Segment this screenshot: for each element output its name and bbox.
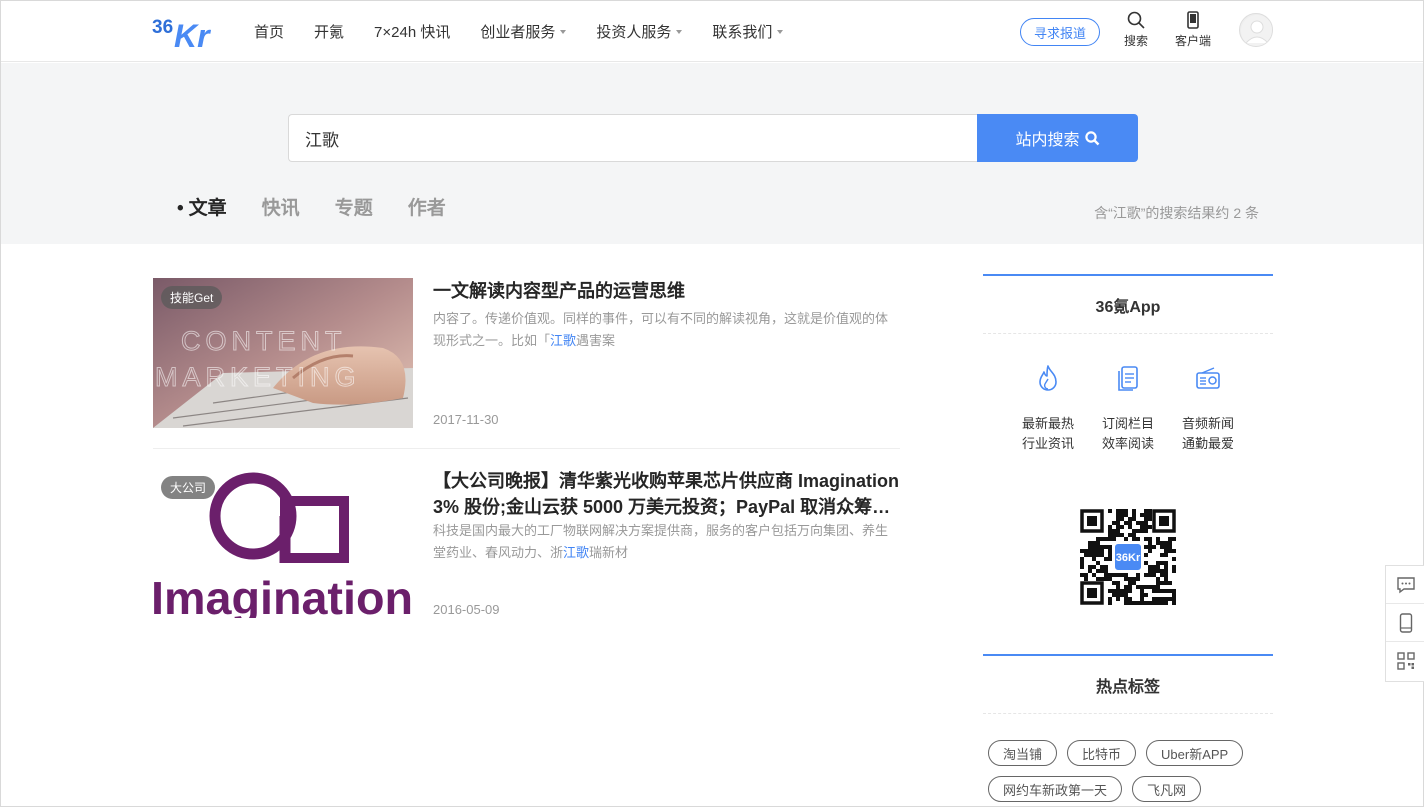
feature-subscribe: 订阅栏目 效率阅读 <box>1093 364 1163 454</box>
tag-item[interactable]: 网约车新政第一天 <box>988 776 1123 802</box>
tag-item[interactable]: 淘当铺 <box>988 740 1058 766</box>
qr-code-button[interactable] <box>1386 642 1424 680</box>
article-summary: 科技是国内最大的工厂物联网解决方案提供商，服务的客户包括万向集团、养生堂药业、春… <box>433 520 898 564</box>
app-features: 最新最热行业资讯 订阅栏目效率阅读 音频新闻通勤最爱 <box>983 364 1273 454</box>
qr-logo-text: 36Kr <box>1116 552 1141 564</box>
nav-label: 首页 <box>254 24 285 41</box>
article-date: 2017-11-30 <box>433 412 499 427</box>
summary-text: 科技是国内最大的工厂物联网解决方案提供商，服务的客户包括万向集团、养生堂药业、春… <box>433 523 889 560</box>
article-thumbnail[interactable]: Imagination 大公司 <box>153 468 413 618</box>
search-input[interactable]: 江歌 <box>288 114 978 162</box>
feature-hot-news: 最新最热 行业资讯 <box>1013 364 1083 454</box>
nav-label: 创业者服务 <box>480 24 556 41</box>
article-title[interactable]: 一文解读内容型产品的运营思维 <box>433 278 903 304</box>
article-summary: 内容了。传递价值观。同样的事件，可以有不同的解读视角，这就是价值观的体现形式之一… <box>433 308 898 352</box>
search-icon <box>1127 11 1145 29</box>
header-client-button[interactable]: 客户端 <box>1173 11 1213 49</box>
site-search-button[interactable]: 站内搜索 <box>977 114 1138 162</box>
search-icon <box>1084 130 1099 145</box>
caret-down-icon <box>777 29 784 34</box>
nav-label: 7×24h 快讯 <box>374 24 451 41</box>
nav-home[interactable]: 首页 <box>254 21 284 42</box>
hot-tags-title: 热点标签 <box>983 656 1273 714</box>
tab-articles[interactable]: 文章 <box>177 193 227 220</box>
result-tabs: 文章 快讯 专题 作者 <box>177 193 481 220</box>
tab-newsflash[interactable]: 快讯 <box>262 193 300 220</box>
36kr-logo[interactable]: 36 Kr <box>152 13 216 54</box>
keyword-highlight: 江歌 <box>550 333 577 348</box>
keyword-highlight: 江歌 <box>563 545 590 560</box>
feedback-button[interactable] <box>1386 566 1424 604</box>
phone-icon <box>1187 11 1199 29</box>
feature-audio: 音频新闻 通勤最爱 <box>1173 364 1243 454</box>
nav-label: 开氪 <box>314 24 345 41</box>
feature-text: 效率阅读 <box>1101 436 1154 451</box>
category-badge: 大公司 <box>161 476 216 499</box>
tag-item[interactable]: Uber新APP <box>1146 740 1244 766</box>
nav-kaike[interactable]: 开氪 <box>314 21 344 42</box>
document-icon <box>1118 366 1138 391</box>
chat-icon <box>1396 576 1415 593</box>
article-item: Imagination 大公司 【大公司晚报】清华紫光收购苹果芯片供应商 Ima… <box>153 468 900 639</box>
feature-text: 音频新闻 <box>1181 416 1234 431</box>
article-title[interactable]: 【大公司晚报】清华紫光收购苹果芯片供应商 Imagination 3% 股份;金… <box>433 468 903 520</box>
search-band: 江歌 站内搜索 文章 快讯 专题 作者 含“江歌”的搜索结果约 2 条 <box>1 63 1423 244</box>
mobile-app-button[interactable] <box>1386 604 1424 642</box>
tag-item[interactable]: 飞凡网 <box>1132 776 1202 802</box>
svg-text:36: 36 <box>152 17 173 38</box>
client-label: 客户端 <box>1174 34 1211 48</box>
feature-text: 行业资讯 <box>1021 436 1074 451</box>
header-search-button[interactable]: 搜索 <box>1122 11 1150 49</box>
nav-label: 投资人服务 <box>596 24 672 41</box>
top-header: 36 Kr 首页 开氪 7×24h 快讯 创业者服务 投资人服务 联系我们 寻求… <box>1 1 1423 62</box>
tab-topics[interactable]: 专题 <box>335 193 373 220</box>
summary-text: 内容了。传递价值观。同样的事件，可以有不同的解读视角，这就是价值观的体现形式之一… <box>433 311 889 348</box>
nav-label: 联系我们 <box>712 24 773 41</box>
thumbnail-text: CONTENT <box>181 326 347 356</box>
article-item: CONTENT MARKETING 技能Get 一文解读内容型产品的运营思维 内… <box>153 278 900 449</box>
thumbnail-text: Imagination <box>153 572 413 618</box>
nav-investor-services[interactable]: 投资人服务 <box>596 21 683 42</box>
category-badge: 技能Get <box>161 286 223 309</box>
app-card-title: 36氪App <box>983 276 1273 334</box>
feature-text: 最新最热 <box>1021 416 1074 431</box>
hot-tags-card: 热点标签 淘当铺 比特币 Uber新APP 网约车新政第一天 飞凡网 <box>983 654 1273 807</box>
app-promo-card: 36氪App 最新最热 行业资讯 订阅栏目 效率阅读 音频新闻 通勤最爱 36K… <box>983 274 1273 614</box>
qr-code-icon <box>1396 652 1415 670</box>
nav-contact-us[interactable]: 联系我们 <box>712 21 784 42</box>
article-thumbnail[interactable]: CONTENT MARKETING 技能Get <box>153 278 413 428</box>
flame-icon <box>1039 365 1057 391</box>
search-button-label: 站内搜索 <box>1015 132 1080 149</box>
app-qr-code: 36Kr <box>1080 509 1176 605</box>
floating-toolbar <box>1385 565 1424 682</box>
thumbnail-text: MARKETING <box>155 362 361 392</box>
caret-down-icon <box>560 29 567 34</box>
avatar[interactable] <box>1239 13 1273 47</box>
search-label: 搜索 <box>1123 34 1148 48</box>
seek-coverage-button[interactable]: 寻求报道 <box>1020 18 1100 46</box>
nav-founder-services[interactable]: 创业者服务 <box>480 21 567 42</box>
feature-text: 订阅栏目 <box>1101 416 1154 431</box>
summary-text: 遇害案 <box>576 333 616 348</box>
svg-text:Kr: Kr <box>174 18 211 49</box>
main-nav: 首页 开氪 7×24h 快讯 创业者服务 投资人服务 联系我们 <box>254 1 813 62</box>
result-count: 含“江歌”的搜索结果约 2 条 <box>1094 205 1259 221</box>
article-date: 2016-05-09 <box>433 602 500 617</box>
nav-newsflash[interactable]: 7×24h 快讯 <box>374 21 450 42</box>
caret-down-icon <box>676 29 683 34</box>
tag-item[interactable]: 比特币 <box>1067 740 1137 766</box>
summary-text: 瑞新材 <box>589 545 629 560</box>
feature-text: 通勤最爱 <box>1181 436 1234 451</box>
phone-icon <box>1399 612 1412 633</box>
radio-icon <box>1196 367 1220 389</box>
tag-list: 淘当铺 比特币 Uber新APP 网约车新政第一天 飞凡网 <box>983 714 1273 807</box>
tab-authors[interactable]: 作者 <box>408 193 446 220</box>
